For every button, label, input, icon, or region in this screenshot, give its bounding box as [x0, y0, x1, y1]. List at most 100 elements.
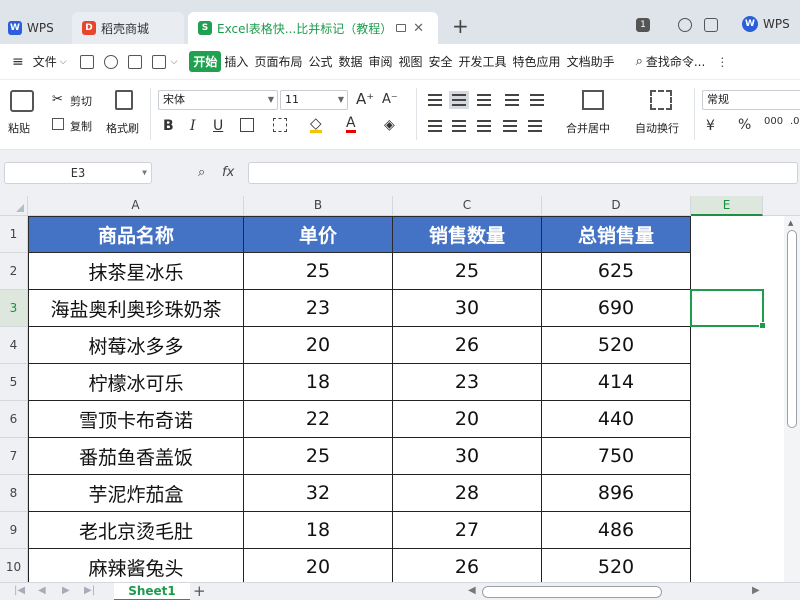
cell-product[interactable]: 树莓冰多多 [28, 327, 244, 364]
column-header-c[interactable]: C [393, 196, 542, 216]
menu-insert[interactable]: 插入 [221, 53, 251, 70]
wrap-text-button[interactable]: 自动换行 [635, 120, 679, 136]
cell-price[interactable]: 20 [244, 327, 393, 364]
cell-price[interactable]: 32 [244, 475, 393, 512]
cell-product[interactable]: 柠檬冰可乐 [28, 364, 244, 401]
close-tab-icon[interactable]: ✕ [413, 21, 424, 36]
column-header-a[interactable]: A [28, 196, 244, 216]
menu-page-layout[interactable]: 页面布局 [251, 53, 305, 70]
font-name-select[interactable]: 宋体 ▼ [158, 90, 278, 110]
menu-file[interactable]: 文件 [30, 53, 60, 70]
zoom-search-icon[interactable]: ⌕ [198, 165, 205, 180]
cell-quantity[interactable]: 23 [393, 364, 542, 401]
italic-icon[interactable]: I [190, 118, 196, 134]
insert-function-button[interactable]: fx [222, 165, 234, 180]
cell-total[interactable]: 520 [542, 549, 691, 582]
clear-format-icon[interactable]: ◈ [384, 117, 395, 133]
cell-total[interactable]: 414 [542, 364, 691, 401]
command-search-input[interactable]: 查找命令... [643, 53, 708, 70]
copy-button[interactable]: 复制 [70, 118, 92, 134]
cell-product[interactable]: 抹茶星冰乐 [28, 253, 244, 290]
header-cell-product[interactable]: 商品名称 [28, 216, 244, 253]
column-header-b[interactable]: B [244, 196, 393, 216]
last-sheet-icon[interactable]: ▶| [84, 585, 95, 596]
cell-total[interactable]: 625 [542, 253, 691, 290]
menu-features[interactable]: 特色应用 [510, 53, 564, 70]
format-painter-icon[interactable] [115, 90, 133, 110]
sheet-tab-sheet1[interactable]: Sheet1 [114, 583, 190, 600]
align-center-icon[interactable] [452, 120, 466, 132]
format-painter-button[interactable]: 格式刷 [106, 120, 139, 136]
align-right-icon[interactable] [477, 120, 491, 132]
menu-security[interactable]: 安全 [426, 53, 456, 70]
align-top-icon[interactable] [428, 94, 442, 106]
bold-icon[interactable]: B [163, 118, 174, 134]
cell-quantity[interactable]: 20 [393, 401, 542, 438]
cell-price[interactable]: 22 [244, 401, 393, 438]
borders-icon[interactable] [240, 118, 254, 132]
font-color-icon[interactable]: A [346, 116, 356, 133]
cell-product[interactable]: 麻辣酱兔头 [28, 549, 244, 582]
align-left-icon[interactable] [428, 120, 442, 132]
scroll-right-icon[interactable]: ▶ [752, 585, 760, 596]
print-preview-icon[interactable] [151, 54, 166, 69]
cell-product[interactable]: 芋泥炸茄盒 [28, 475, 244, 512]
cell-price[interactable]: 25 [244, 253, 393, 290]
align-bottom-icon[interactable] [477, 94, 491, 106]
print-icon[interactable] [127, 54, 142, 69]
window-mode-icon[interactable] [396, 24, 406, 32]
menu-view[interactable]: 视图 [396, 53, 426, 70]
cell-quantity[interactable]: 28 [393, 475, 542, 512]
cell-total[interactable]: 520 [542, 327, 691, 364]
cell-quantity[interactable]: 25 [393, 253, 542, 290]
cell-product[interactable]: 海盐奥利奥珍珠奶茶 [28, 290, 244, 327]
cell-total[interactable]: 440 [542, 401, 691, 438]
tab-wps-home[interactable]: W WPS [0, 12, 70, 44]
formula-input[interactable] [248, 162, 798, 184]
menu-formulas[interactable]: 公式 [305, 53, 335, 70]
increase-font-icon[interactable]: A⁺ [356, 90, 374, 108]
row-header-8[interactable]: 8 [0, 475, 28, 512]
cell-total[interactable]: 486 [542, 512, 691, 549]
decrease-indent-icon[interactable] [505, 94, 519, 106]
row-header-6[interactable]: 6 [0, 401, 28, 438]
prev-sheet-icon[interactable]: ◀ [38, 585, 46, 596]
merge-center-icon[interactable] [582, 90, 604, 110]
add-sheet-button[interactable]: + [193, 582, 206, 600]
cell-quantity[interactable]: 27 [393, 512, 542, 549]
cell-product[interactable]: 番茄鱼香盖饭 [28, 438, 244, 475]
row-header-4[interactable]: 4 [0, 327, 28, 364]
undo-share-icon[interactable] [103, 54, 118, 69]
column-header-d[interactable]: D [542, 196, 691, 216]
percent-icon[interactable]: % [738, 117, 751, 133]
row-header-1[interactable]: 1 [0, 216, 28, 253]
thousands-icon[interactable]: 000 [764, 116, 783, 127]
font-size-select[interactable]: 11 ▼ [280, 90, 348, 110]
paste-icon[interactable] [10, 90, 34, 112]
header-cell-price[interactable]: 单价 [244, 216, 393, 253]
decrease-font-icon[interactable]: A⁻ [382, 92, 398, 107]
row-header-5[interactable]: 5 [0, 364, 28, 401]
skin-icon[interactable] [678, 18, 692, 32]
cell-quantity[interactable]: 26 [393, 549, 542, 582]
wps-account[interactable]: W WPS [742, 16, 790, 32]
distributed-align-icon[interactable] [528, 120, 542, 132]
cell-quantity[interactable]: 26 [393, 327, 542, 364]
align-middle-icon[interactable] [449, 91, 469, 109]
tab-docer-store[interactable]: D 稻壳商城 [72, 12, 184, 44]
underline-icon[interactable]: U [213, 118, 223, 134]
cell-product[interactable]: 老北京烫毛肚 [28, 512, 244, 549]
menu-data[interactable]: 数据 [335, 53, 365, 70]
cell-price[interactable]: 18 [244, 512, 393, 549]
active-cell-e3[interactable] [690, 289, 766, 329]
tab-count-icon[interactable]: 1 [636, 18, 650, 32]
currency-icon[interactable]: ¥ [706, 118, 715, 134]
row-header-9[interactable]: 9 [0, 512, 28, 549]
header-cell-total[interactable]: 总销售量 [542, 216, 691, 253]
hamburger-icon[interactable]: ≡ [12, 54, 24, 70]
cell-price[interactable]: 25 [244, 438, 393, 475]
scroll-up-icon[interactable]: ▲ [788, 219, 793, 227]
cell-total[interactable]: 690 [542, 290, 691, 327]
cell-price[interactable]: 23 [244, 290, 393, 327]
save-icon[interactable] [79, 54, 94, 69]
